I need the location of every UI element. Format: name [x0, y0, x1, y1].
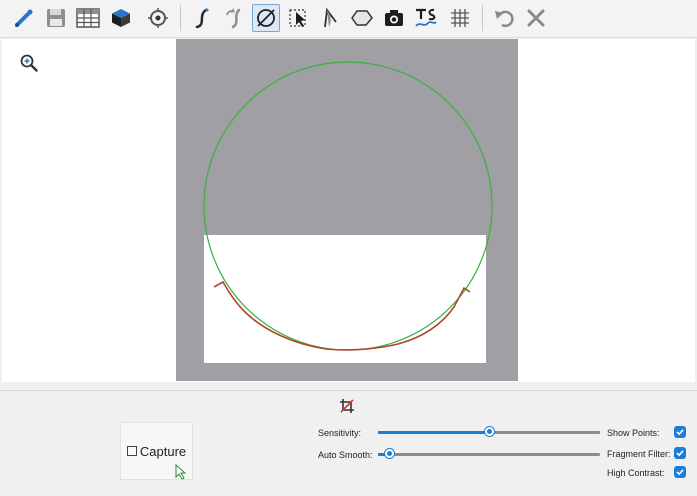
- fragment-filter-checkbox[interactable]: [674, 447, 686, 459]
- toolbar-separator: [180, 5, 181, 31]
- close-icon[interactable]: [522, 4, 550, 32]
- polygon-icon[interactable]: [348, 4, 376, 32]
- high-contrast-checkbox[interactable]: [674, 466, 686, 478]
- sensitivity-slider-thumb[interactable]: [484, 427, 494, 436]
- image-viewer[interactable]: [2, 39, 695, 382]
- auto-smooth-slider[interactable]: [378, 449, 600, 458]
- sensitivity-slider[interactable]: [378, 427, 600, 436]
- target-icon[interactable]: [144, 4, 172, 32]
- pen-tool-icon[interactable]: [10, 4, 38, 32]
- angle-icon[interactable]: [316, 4, 344, 32]
- redraw-curve-icon[interactable]: [221, 4, 249, 32]
- cube-icon[interactable]: [107, 4, 135, 32]
- fit-overlay: [203, 61, 493, 363]
- specimen-region: [204, 235, 486, 363]
- crop-icon[interactable]: [338, 397, 356, 415]
- auto-smooth-slider-thumb[interactable]: [384, 449, 394, 458]
- auto-smooth-label: Auto Smooth:: [318, 450, 373, 460]
- capture-label: Capture: [139, 443, 187, 459]
- circle-fit-icon[interactable]: [252, 4, 280, 32]
- fragment-filter-label: Fragment Filter:: [607, 449, 671, 459]
- sensitivity-slider-fill: [378, 431, 489, 434]
- app-window: Capture Sensitivity: Auto Smooth: Show P…: [0, 0, 697, 496]
- capture-icon: [126, 446, 137, 456]
- camera-icon[interactable]: [380, 4, 408, 32]
- text-tool-icon[interactable]: [412, 4, 440, 32]
- mouse-cursor-icon: [175, 463, 187, 485]
- save-icon[interactable]: [42, 4, 70, 32]
- high-contrast-label: High Contrast:: [607, 468, 665, 478]
- show-points-checkbox[interactable]: [674, 426, 686, 438]
- toolbar: [0, 0, 697, 38]
- undo-icon[interactable]: [490, 4, 518, 32]
- grid-icon[interactable]: [446, 4, 474, 32]
- horizontal-scrollbar[interactable]: [0, 386, 697, 391]
- table-icon[interactable]: [74, 4, 102, 32]
- zoom-icon[interactable]: [16, 50, 42, 76]
- show-points-label: Show Points:: [607, 428, 660, 438]
- toolbar-separator: [482, 5, 483, 31]
- sensitivity-label: Sensitivity:: [318, 428, 362, 438]
- select-point-icon[interactable]: [284, 4, 312, 32]
- captured-image[interactable]: [176, 39, 518, 381]
- freehand-curve-icon[interactable]: [189, 4, 217, 32]
